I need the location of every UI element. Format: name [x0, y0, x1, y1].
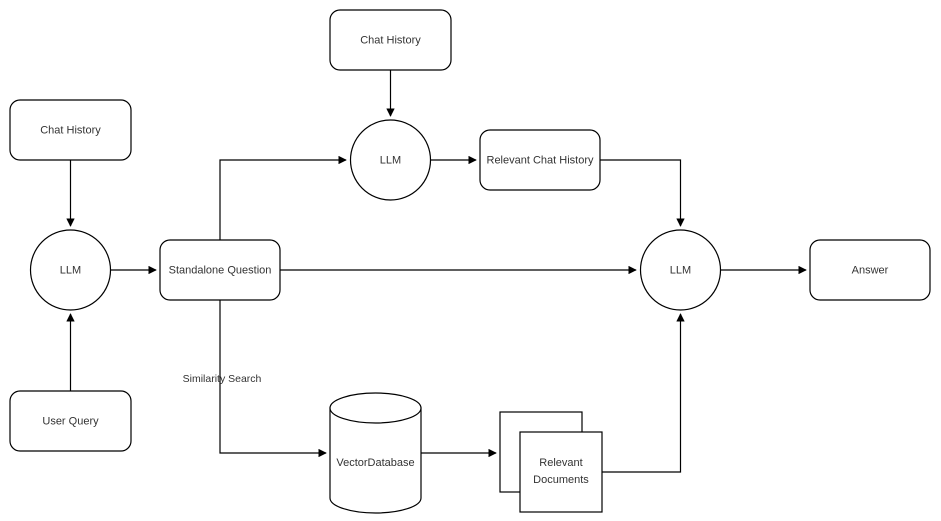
node-llm-left[interactable]: LLM	[29, 229, 112, 311]
node-vector-database[interactable]: VectorDatabase	[329, 392, 422, 514]
node-chat-history-top[interactable]: Chat History	[329, 9, 452, 71]
node-standalone-question[interactable]: Standalone Question	[159, 239, 281, 301]
vector-database-top-ellipse	[329, 392, 422, 424]
relevant-documents-label-line1: Relevant	[539, 457, 582, 469]
relevant-documents-front-sheet[interactable]	[519, 431, 603, 513]
edge-label-similarity-search: Similarity Search	[183, 373, 262, 385]
node-answer[interactable]: Answer	[809, 239, 931, 301]
relevant-chat-history-label: Relevant Chat History	[487, 154, 594, 166]
vector-database-label: VectorDatabase	[336, 457, 414, 469]
node-relevant-chat-history[interactable]: Relevant Chat History	[479, 129, 601, 191]
node-chat-history-left[interactable]: Chat History	[9, 99, 132, 161]
edge-relevant-documents-to-llm-right	[602, 313, 685, 473]
edge-standalone-question-to-llm-top	[219, 155, 347, 240]
node-llm-right[interactable]: LLM	[639, 229, 722, 311]
answer-label: Answer	[852, 264, 889, 276]
flowchart: Similarity Search Chat History LLM User …	[9, 9, 931, 514]
node-llm-top[interactable]: LLM	[349, 119, 432, 201]
chat-history-left-label: Chat History	[40, 124, 101, 136]
user-query-label: User Query	[42, 415, 99, 427]
llm-left-label: LLM	[60, 264, 81, 276]
node-user-query[interactable]: User Query	[9, 390, 132, 452]
relevant-documents-label-line2: Documents	[533, 474, 589, 486]
edge-relevant-chat-history-to-llm-right	[600, 159, 685, 227]
chat-history-top-label: Chat History	[360, 34, 421, 46]
standalone-question-label: Standalone Question	[169, 264, 272, 276]
llm-top-label: LLM	[380, 154, 401, 166]
diagram-canvas: Similarity Search Chat History LLM User …	[0, 0, 941, 521]
node-relevant-documents[interactable]: Relevant Documents	[499, 411, 603, 513]
llm-right-label: LLM	[670, 264, 691, 276]
